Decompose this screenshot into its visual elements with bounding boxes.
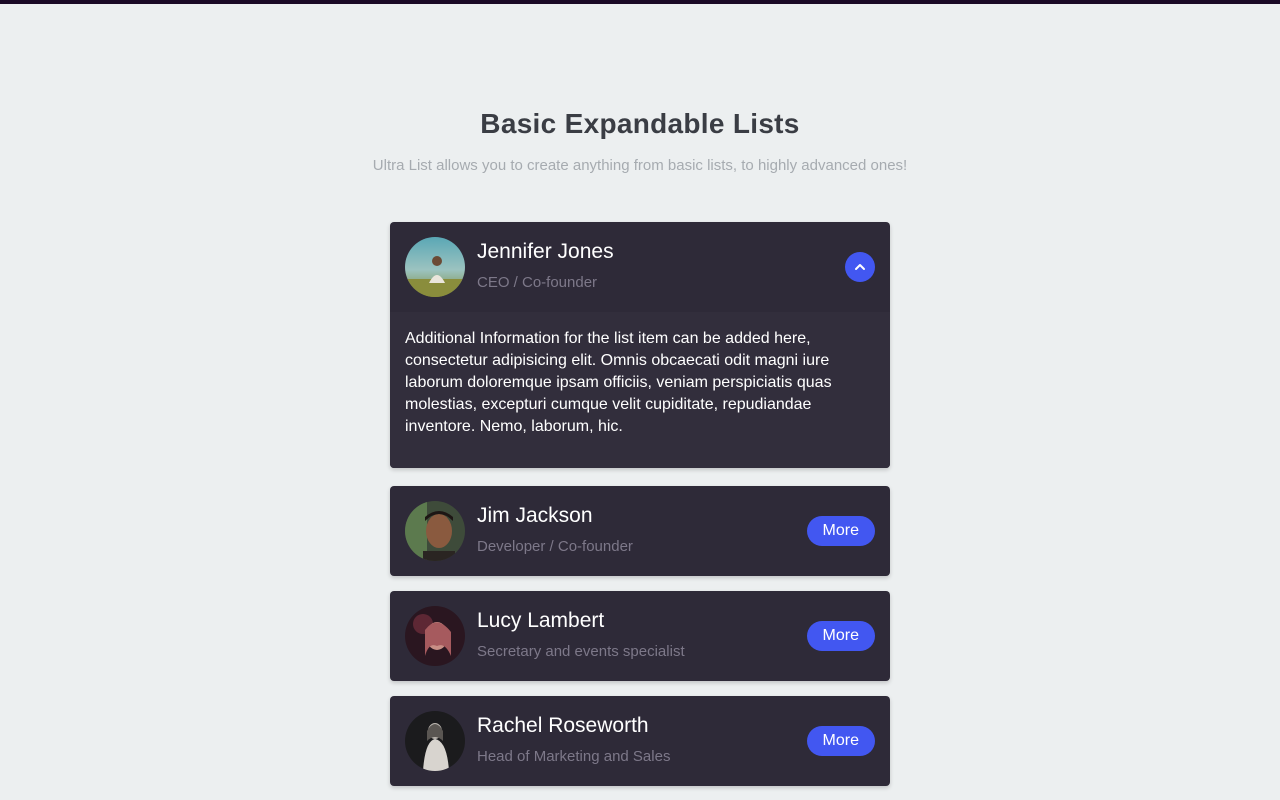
list-item: Lucy Lambert Secretary and events specia… [390, 591, 890, 681]
item-name: Jim Jackson [477, 504, 593, 527]
more-button[interactable]: More [806, 621, 875, 651]
item-name: Rachel Roseworth [477, 714, 649, 737]
item-role: Secretary and events specialist [477, 643, 685, 660]
page-title: Basic Expandable Lists [480, 108, 800, 139]
list-item-header[interactable]: Jim Jackson Developer / Co-founder More [390, 486, 890, 576]
avatar [405, 501, 465, 561]
list-item: Jennifer Jones CEO / Co-founder Addition… [390, 222, 890, 468]
item-role: Developer / Co-founder [477, 538, 633, 555]
list-item-header[interactable]: Rachel Roseworth Head of Marketing and S… [390, 696, 890, 786]
item-role: Head of Marketing and Sales [477, 748, 671, 765]
item-details: Additional Information for the list item… [390, 312, 890, 468]
more-button[interactable]: More [806, 516, 875, 546]
chevron-up-icon [855, 264, 865, 270]
avatar [405, 237, 465, 297]
item-name: Lucy Lambert [477, 609, 605, 632]
avatar [405, 606, 465, 666]
more-button[interactable]: More [806, 726, 875, 756]
page-subtitle: Ultra List allows you to create anything… [372, 157, 908, 174]
list-item: Jim Jackson Developer / Co-founder More [390, 486, 890, 576]
list-item-header[interactable]: Jennifer Jones CEO / Co-founder [390, 222, 890, 312]
item-name: Jennifer Jones [477, 240, 614, 263]
item-role: CEO / Co-founder [477, 274, 598, 291]
avatar [405, 711, 465, 771]
collapse-button[interactable] [845, 252, 875, 282]
list-item: Rachel Roseworth Head of Marketing and S… [390, 696, 890, 786]
list-item-header[interactable]: Lucy Lambert Secretary and events specia… [390, 591, 890, 681]
page: Basic Expandable Lists Ultra List allows… [0, 0, 1280, 800]
